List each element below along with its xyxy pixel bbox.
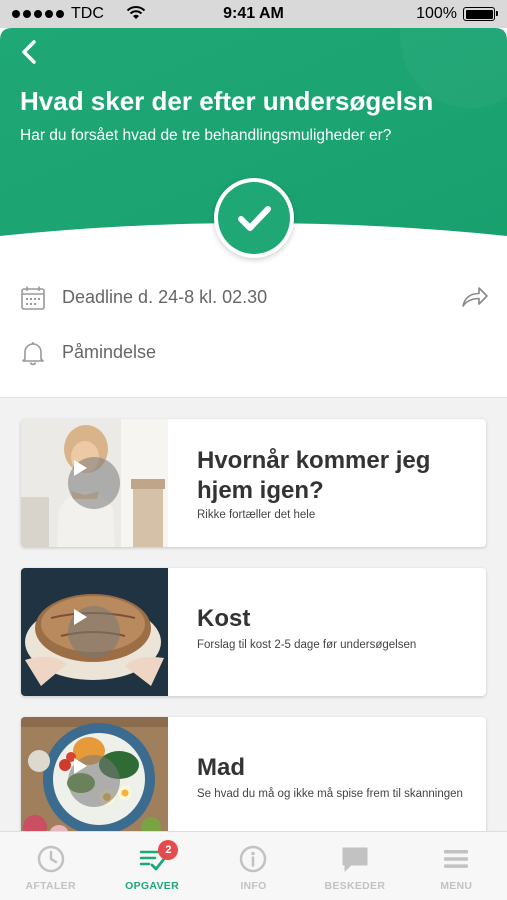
play-icon <box>74 609 87 625</box>
tab-label: INFO <box>240 880 267 892</box>
card-subtitle: Forslag til kost 2-5 dage før undersøgel… <box>197 639 417 651</box>
complete-task-button[interactable] <box>214 178 294 258</box>
tab-bar: AFTALER 2 OPGAVER INFO BESKEDER MENU <box>0 831 507 900</box>
clock-icon <box>37 845 64 873</box>
card-title: Mad <box>197 754 245 781</box>
page-title: Hvad sker der efter undersøgelsn <box>20 86 434 116</box>
notification-badge: 2 <box>158 840 179 860</box>
content-list[interactable]: Hvornår kommer jeg hjem igen? Rikke fort… <box>0 398 507 831</box>
tab-label: OPGAVER <box>125 880 179 892</box>
reminder-text: Påmindelse <box>62 341 157 362</box>
tab-label: AFTALER <box>25 880 76 892</box>
play-icon <box>74 758 87 774</box>
card-subtitle: Rikke fortæller det hele <box>197 509 316 521</box>
reminder-row[interactable]: Påmindelse <box>0 328 507 376</box>
complete-badge <box>218 182 290 254</box>
video-thumbnail <box>21 568 168 696</box>
tab-menu[interactable]: MENU <box>406 832 507 900</box>
play-icon <box>74 460 87 476</box>
tab-beskeder[interactable]: BESKEDER <box>304 832 405 900</box>
task-header: Hvad sker der efter undersøgelsn Har du … <box>0 28 507 258</box>
video-card[interactable]: Hvornår kommer jeg hjem igen? Rikke fort… <box>21 419 486 547</box>
video-thumbnail <box>21 717 168 831</box>
chevron-left-icon <box>22 40 36 64</box>
chat-bubble-icon <box>342 847 368 872</box>
checkmark-icon <box>238 206 271 231</box>
bell-icon <box>22 342 44 366</box>
play-button[interactable] <box>68 606 120 658</box>
page-subtitle: Har du forsået hvad de tre behandlingsmu… <box>20 127 392 144</box>
play-button[interactable] <box>68 457 120 509</box>
tab-aftaler[interactable]: AFTALER <box>0 832 101 900</box>
battery-percent: 100% <box>416 5 457 22</box>
tab-label: BESKEDER <box>324 880 386 892</box>
hamburger-menu-icon <box>444 850 469 868</box>
back-button[interactable] <box>14 36 46 68</box>
card-title: Kost <box>197 605 251 632</box>
play-button[interactable] <box>68 755 120 807</box>
deadline-row: Deadline d. 24-8 kl. 02.30 <box>0 273 507 321</box>
share-arrow-icon[interactable] <box>461 285 489 309</box>
tab-label: MENU <box>440 880 473 892</box>
battery-icon <box>463 7 498 21</box>
tab-info[interactable]: INFO <box>203 832 304 900</box>
deadline-text: Deadline d. 24-8 kl. 02.30 <box>62 286 268 307</box>
video-card[interactable]: Mad Se hvad du må og ikke må spise frem … <box>21 717 486 831</box>
info-icon <box>240 845 267 873</box>
tab-opgaver[interactable]: 2 OPGAVER <box>101 832 202 900</box>
video-card[interactable]: Kost Forslag til kost 2-5 dage før under… <box>21 568 486 696</box>
card-title: Hvornår kommer jeg hjem igen? <box>197 447 431 504</box>
calendar-icon <box>21 286 45 310</box>
battery-status: 100% <box>416 5 498 23</box>
card-subtitle: Se hvad du må og ikke må spise frem til … <box>197 788 463 800</box>
status-bar: TDC 9:41 AM 100% <box>0 0 507 28</box>
video-thumbnail <box>21 419 168 547</box>
